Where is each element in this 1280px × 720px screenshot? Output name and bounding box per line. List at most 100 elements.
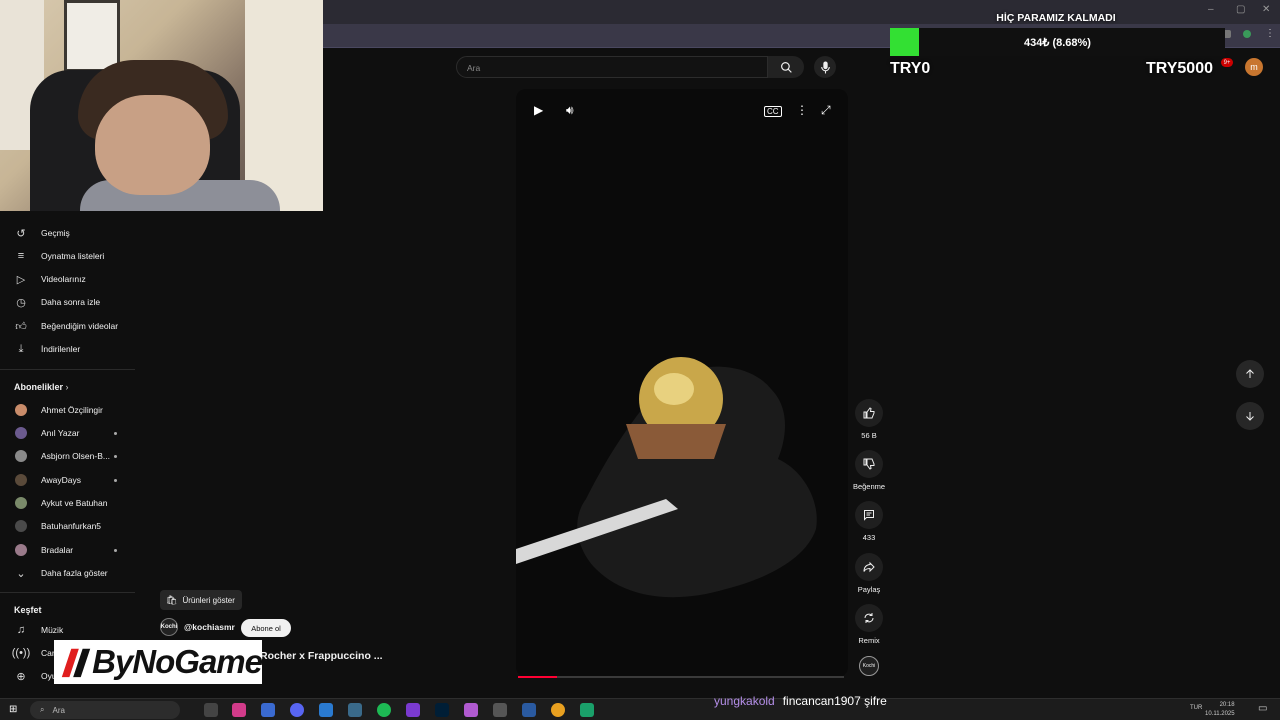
thumbs-up-icon: 👍︎ — [15, 320, 27, 333]
show-products-label: Ürünleri göster — [182, 595, 235, 605]
search-input[interactable]: Ara — [456, 56, 768, 78]
clock-time: 20:18 — [1219, 702, 1235, 708]
new-content-dot — [114, 432, 117, 435]
minimize-button[interactable]: – — [1208, 4, 1214, 15]
app-icon[interactable] — [348, 703, 362, 717]
bynogame-logo-mark — [61, 648, 91, 678]
arrow-down-icon — [1246, 412, 1254, 421]
browser-menu-icon[interactable]: ⋮ — [1265, 28, 1275, 39]
like-button[interactable]: 56 B — [849, 399, 889, 440]
app-icon[interactable] — [464, 703, 478, 717]
app-icon[interactable] — [493, 703, 507, 717]
close-button[interactable]: ✕ — [1262, 4, 1270, 15]
app-icon[interactable] — [522, 703, 536, 717]
windows-start-icon[interactable]: ⊞ — [9, 703, 23, 717]
video-title[interactable]: Rocher x Frappuccino ... — [260, 650, 383, 662]
maximize-button[interactable]: ▢ — [1236, 4, 1245, 15]
sidebar-divider — [0, 592, 135, 593]
channel-avatar — [15, 427, 27, 439]
thumbs-up-icon — [855, 399, 883, 427]
sidebar-item-label: Geçmiş — [41, 228, 70, 238]
show-more-button[interactable]: ⌄ Daha fazla göster — [0, 562, 135, 584]
subscription-item[interactable]: Bradalar — [0, 539, 135, 561]
comment-icon — [855, 501, 883, 529]
fullscreen-icon[interactable]: ⤢ — [821, 103, 831, 118]
remix-icon — [855, 604, 883, 632]
channel-avatar: Kochi — [160, 618, 178, 636]
sidebar-item-downloads[interactable]: ⤓ İndirilenler — [0, 338, 135, 360]
play-icon[interactable]: ▶ — [534, 103, 543, 117]
subscription-item[interactable]: Batuhanfurkan5 — [0, 515, 135, 537]
comment-count: 433 — [862, 533, 876, 542]
search-button[interactable] — [768, 56, 804, 78]
account-avatar[interactable]: m — [1245, 58, 1263, 76]
donation-goal-max: TRY5000 — [1146, 60, 1213, 77]
language-indicator[interactable]: TUR — [1190, 705, 1202, 711]
next-short-button[interactable] — [1236, 402, 1264, 430]
taskbar-search-placeholder: Ara — [52, 705, 65, 715]
subscriptions-heading[interactable]: Abonelikler › — [14, 382, 69, 392]
app-icon[interactable] — [261, 703, 275, 717]
webcam-background — [64, 0, 120, 72]
more-options-icon[interactable]: ⋮ — [796, 103, 808, 117]
app-icon[interactable] — [580, 703, 594, 717]
subscription-item[interactable]: Aykut ve Batuhan — [0, 492, 135, 514]
subscription-label: Asbjorn Olsen-B... — [41, 451, 110, 461]
shorts-video-player[interactable]: ▶ 🔊︎ CC ⋮ ⤢ — [516, 89, 848, 677]
subscriptions-title: Abonelikler — [14, 382, 64, 392]
dislike-button[interactable]: Beğenme — [849, 450, 889, 491]
sidebar-item-watch-later[interactable]: ◷ Daha sonra izle — [0, 291, 135, 313]
video-progress-bar[interactable] — [518, 676, 844, 678]
explore-heading: Keşfet — [14, 605, 42, 615]
sidebar-item-label: Videolarınız — [41, 274, 86, 284]
captions-icon[interactable]: CC — [764, 106, 782, 117]
subscription-item[interactable]: Anıl Yazar — [0, 422, 135, 444]
comments-button[interactable]: 433 — [849, 501, 889, 542]
subscription-label: AwayDays — [41, 475, 81, 485]
show-products-button[interactable]: 🛍︎ Ürünleri göster — [160, 590, 242, 610]
extension-icon[interactable] — [1243, 30, 1251, 38]
chrome-icon[interactable] — [551, 703, 565, 717]
taskbar-search[interactable]: ⌕ Ara — [30, 701, 180, 719]
sidebar-item-label: Müzik — [41, 625, 64, 635]
music-icon: ♫ — [16, 624, 26, 636]
sidebar: ↺ Geçmiş ≡ Oynatma listeleri ▷ Videolarınız… — [0, 211, 135, 698]
chevron-right-icon: › — [65, 382, 69, 392]
app-icon[interactable] — [319, 703, 333, 717]
subscription-item[interactable]: Asbjorn Olsen-B... — [0, 445, 135, 467]
voice-search-button[interactable] — [814, 56, 836, 78]
spotify-icon[interactable] — [377, 703, 391, 717]
sidebar-item-label: Oynatma listeleri — [41, 251, 105, 261]
copilot-icon[interactable] — [232, 703, 246, 717]
new-content-dot — [114, 455, 117, 458]
volume-icon[interactable]: 🔊︎ — [566, 103, 574, 118]
subscription-label: Bradalar — [41, 545, 74, 555]
sidebar-item-history[interactable]: ↺ Geçmiş — [0, 222, 135, 244]
notification-center-icon[interactable]: ▭ — [1258, 703, 1267, 714]
channel-link[interactable]: Kochi @kochiasmr — [160, 618, 235, 636]
share-icon — [855, 553, 883, 581]
taskbar-clock[interactable]: 20:18 10.11.2025 — [1205, 701, 1235, 719]
video-progress-fill — [518, 676, 558, 678]
subscription-item[interactable]: AwayDays — [0, 469, 135, 491]
sidebar-item-liked-videos[interactable]: 👍︎ Beğendiğim videolar — [0, 315, 135, 337]
clock-date: 10.11.2025 — [1205, 711, 1235, 717]
sidebar-item-playlists[interactable]: ≡ Oynatma listeleri — [0, 245, 135, 267]
notification-badge[interactable]: 9+ — [1221, 58, 1233, 67]
previous-short-button[interactable] — [1236, 360, 1264, 388]
remix-label: Remix — [858, 636, 880, 645]
discord-icon[interactable] — [290, 703, 304, 717]
remix-button[interactable]: Remix — [849, 604, 889, 645]
playlist-icon: ≡ — [17, 250, 25, 262]
app-icon[interactable] — [406, 703, 420, 717]
photoshop-icon[interactable] — [435, 703, 449, 717]
subscription-label: Aykut ve Batuhan — [41, 498, 108, 508]
task-view-icon[interactable] — [204, 703, 218, 717]
sidebar-item-your-videos[interactable]: ▷ Videolarınız — [0, 268, 135, 290]
sound-button[interactable]: Kochi — [849, 656, 889, 676]
share-button[interactable]: Paylaş — [849, 553, 889, 594]
subscribe-button[interactable]: Abone ol — [241, 619, 291, 637]
subscription-item[interactable]: Ahmet Özçilingir — [0, 399, 135, 421]
channel-avatar — [15, 497, 27, 509]
sidebar-item-music[interactable]: ♫ Müzik — [0, 619, 135, 641]
